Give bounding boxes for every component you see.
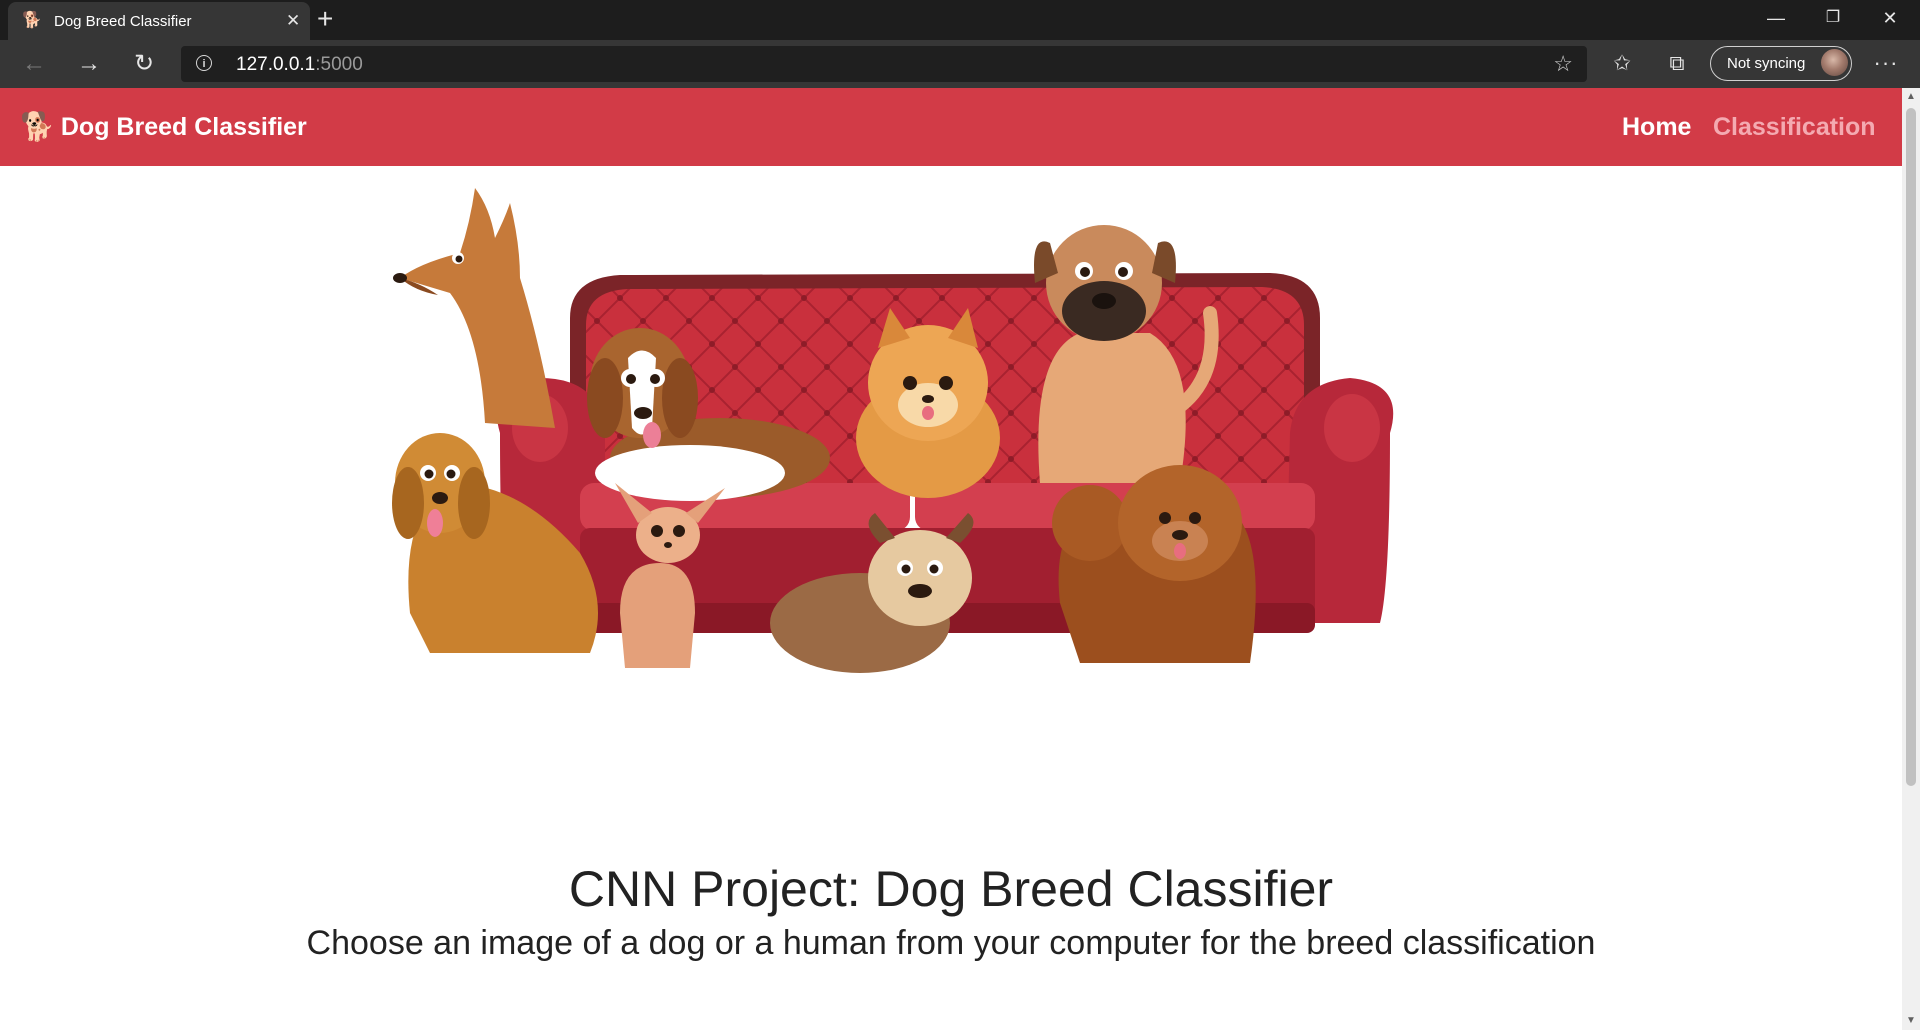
url-host: 127.0.0.1 [236, 54, 316, 75]
favorite-star-icon[interactable]: ☆ [1553, 51, 1573, 77]
minimize-icon[interactable]: — [1756, 5, 1796, 31]
dog-favicon-icon: 🐕 [22, 12, 42, 29]
refresh-icon[interactable]: ↻ [126, 48, 162, 80]
nav-link-classification[interactable]: Classification [1713, 110, 1876, 144]
page-title: CNN Project: Dog Breed Classifier [568, 861, 1334, 917]
forward-icon[interactable]: → [71, 48, 107, 80]
vertical-scrollbar[interactable]: ▲ ▼ [1902, 88, 1920, 1030]
scroll-thumb[interactable] [1906, 108, 1916, 786]
page-viewport: 🐕 Dog Breed Classifier Home Classificati… [0, 88, 1902, 1030]
site-info-icon[interactable]: i [196, 55, 212, 71]
tab-title: Dog Breed Classifier [54, 13, 192, 30]
browser-tab[interactable]: 🐕 Dog Breed Classifier ✕ [8, 2, 310, 40]
restore-icon[interactable]: ❐ [1813, 5, 1853, 31]
dogs-on-sofa-illustration [392, 188, 1394, 673]
window-close-icon[interactable]: ✕ [1870, 5, 1910, 31]
collections-icon[interactable]: ⧉ [1659, 48, 1695, 80]
brand-link[interactable]: 🐕 Dog Breed Classifier [20, 110, 307, 144]
url-port: :5000 [315, 54, 363, 75]
chow-chow-dog [1052, 465, 1256, 663]
new-tab-icon[interactable]: + [317, 4, 333, 34]
scroll-down-icon[interactable]: ▼ [1902, 1012, 1920, 1030]
favorites-icon[interactable]: ✩ [1604, 48, 1640, 80]
sync-label: Not syncing [1727, 55, 1806, 72]
url-text: 127.0.0.1:5000 [236, 54, 363, 76]
close-tab-icon[interactable]: ✕ [286, 11, 300, 31]
dog-icon: 🐕 [20, 111, 55, 142]
page-subtitle: Choose an image of a dog or a human from… [306, 924, 1596, 962]
back-icon[interactable]: ← [16, 48, 52, 80]
address-bar[interactable]: i 127.0.0.1:5000 ☆ [181, 46, 1587, 82]
great-dane-dog [393, 188, 555, 428]
nav-link-home[interactable]: Home [1622, 110, 1691, 144]
browser-titlebar: 🐕 Dog Breed Classifier ✕ + — ❐ ✕ [0, 0, 1920, 40]
avatar [1821, 49, 1848, 76]
site-navbar: 🐕 Dog Breed Classifier Home Classificati… [0, 88, 1902, 166]
browser-toolbar: ← → ↻ i 127.0.0.1:5000 ☆ ✩ ⧉ Not syncing… [0, 40, 1920, 88]
brand-text: Dog Breed Classifier [60, 113, 307, 141]
scroll-up-icon[interactable]: ▲ [1902, 88, 1920, 106]
profile-sync-button[interactable]: Not syncing [1710, 46, 1852, 81]
more-options-icon[interactable]: ··· [1868, 47, 1904, 79]
